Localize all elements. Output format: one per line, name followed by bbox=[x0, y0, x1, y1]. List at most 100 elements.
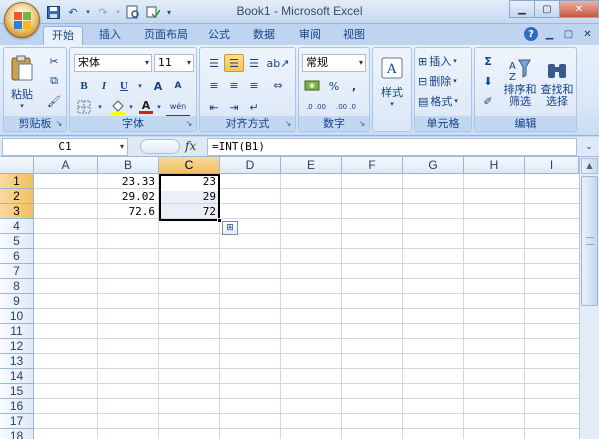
find-select-button[interactable]: 查找和 选择 bbox=[539, 52, 575, 114]
align-left-icon[interactable]: ≡ bbox=[204, 76, 224, 94]
column-header-i[interactable]: I bbox=[525, 157, 579, 174]
delete-cells-button[interactable]: ⊟ 删除 ▾ bbox=[418, 72, 472, 90]
select-all-corner[interactable] bbox=[0, 157, 34, 174]
tab-view[interactable]: 视图 bbox=[336, 26, 372, 45]
row-header-14[interactable]: 14 bbox=[0, 369, 34, 384]
column-header-b[interactable]: B bbox=[98, 157, 159, 174]
cell-c1[interactable]: 23 bbox=[159, 174, 219, 189]
row-header-7[interactable]: 7 bbox=[0, 264, 34, 279]
insert-function-button[interactable]: fx bbox=[185, 139, 196, 153]
row-header-1[interactable]: 1 bbox=[0, 174, 34, 189]
shrink-font-button[interactable]: A bbox=[168, 77, 188, 95]
format-cells-button[interactable]: ▤ 格式 ▾ bbox=[418, 92, 472, 110]
row-header-3[interactable]: 3 bbox=[0, 204, 34, 219]
cell-c3[interactable]: 72 bbox=[159, 204, 219, 219]
insert-cells-button[interactable]: ⊞ 插入 ▾ bbox=[418, 52, 472, 70]
tab-page-layout[interactable]: 页面布局 bbox=[138, 26, 194, 45]
office-button[interactable] bbox=[4, 2, 40, 38]
help-icon[interactable]: ? bbox=[524, 27, 538, 41]
column-header-e[interactable]: E bbox=[281, 157, 342, 174]
bold-button[interactable]: B bbox=[74, 77, 94, 95]
row-header-17[interactable]: 17 bbox=[0, 414, 34, 429]
clear-icon[interactable]: ✐ bbox=[478, 92, 498, 110]
font-name-combo[interactable]: 宋体 ▾ bbox=[74, 54, 152, 72]
row-header-11[interactable]: 11 bbox=[0, 324, 34, 339]
row-header-13[interactable]: 13 bbox=[0, 354, 34, 369]
sort-filter-button[interactable]: AZ 排序和 筛选 bbox=[502, 52, 538, 114]
italic-button[interactable]: I bbox=[94, 77, 114, 95]
name-box[interactable]: C1 ▾ bbox=[2, 138, 128, 156]
row-header-18[interactable]: 18 bbox=[0, 429, 34, 439]
grow-font-button[interactable]: A bbox=[148, 77, 168, 95]
cut-icon[interactable]: ✂ bbox=[44, 52, 64, 70]
currency-icon[interactable] bbox=[302, 77, 322, 95]
ribbon-close-button[interactable]: ✕ bbox=[580, 27, 595, 41]
decrease-decimal-button[interactable]: .00 .0 bbox=[332, 98, 360, 116]
phonetic-guide-button[interactable]: wén bbox=[166, 98, 190, 116]
tab-insert[interactable]: 插入 bbox=[92, 26, 128, 45]
fill-color-icon[interactable] bbox=[108, 98, 128, 116]
row-header-9[interactable]: 9 bbox=[0, 294, 34, 309]
minimize-button[interactable]: ▁ bbox=[509, 0, 535, 18]
alignment-launcher-icon[interactable]: ↘ bbox=[283, 119, 293, 129]
decrease-indent-icon[interactable]: ⇤ bbox=[204, 98, 224, 116]
align-right-icon[interactable]: ≡ bbox=[244, 76, 264, 94]
borders-dropdown-icon[interactable]: ▾ bbox=[94, 98, 106, 116]
comma-style-button[interactable]: , bbox=[344, 77, 364, 95]
underline-button[interactable]: U bbox=[114, 77, 134, 95]
auto-fill-options-icon[interactable]: ⊞ bbox=[222, 221, 238, 235]
copy-icon[interactable]: ⧉ bbox=[44, 72, 64, 90]
cell-b1[interactable]: 23.33 bbox=[98, 174, 158, 189]
align-top-icon[interactable]: ☰ bbox=[204, 54, 224, 72]
scroll-up-icon[interactable]: ▲ bbox=[581, 158, 598, 174]
column-header-f[interactable]: F bbox=[342, 157, 403, 174]
column-header-d[interactable]: D bbox=[220, 157, 281, 174]
align-bottom-icon[interactable]: ☰ bbox=[244, 54, 264, 72]
column-header-a[interactable]: A bbox=[34, 157, 98, 174]
font-color-button[interactable]: A bbox=[136, 98, 156, 116]
expand-formula-bar-icon[interactable]: ⌄ bbox=[583, 141, 595, 153]
cell-b3[interactable]: 72.6 bbox=[98, 204, 158, 219]
fill-color-dropdown-icon[interactable]: ▾ bbox=[126, 98, 136, 116]
row-header-5[interactable]: 5 bbox=[0, 234, 34, 249]
formula-input[interactable]: =INT(B1) bbox=[207, 138, 577, 156]
merge-center-icon[interactable]: ⇔ bbox=[268, 76, 288, 94]
borders-icon[interactable] bbox=[74, 98, 94, 116]
orientation-icon[interactable]: ab↗ bbox=[267, 54, 290, 72]
ribbon-minimize-button[interactable]: ▁ bbox=[542, 27, 557, 41]
row-header-2[interactable]: 2 bbox=[0, 189, 34, 204]
paste-button[interactable]: 粘贴 ▾ bbox=[7, 52, 37, 112]
ribbon-restore-button[interactable]: ▢ bbox=[561, 27, 576, 41]
increase-decimal-button[interactable]: .0 .00 bbox=[302, 98, 330, 116]
align-center-icon[interactable]: ≡ bbox=[224, 76, 244, 94]
font-size-combo[interactable]: 11 ▾ bbox=[154, 54, 194, 72]
row-header-4[interactable]: 4 bbox=[0, 219, 34, 234]
close-button[interactable]: ✕ bbox=[559, 0, 599, 18]
column-header-c[interactable]: C bbox=[159, 157, 220, 174]
row-header-8[interactable]: 8 bbox=[0, 279, 34, 294]
tab-review[interactable]: 审阅 bbox=[292, 26, 328, 45]
autosum-button[interactable]: Σ bbox=[478, 52, 498, 70]
row-header-6[interactable]: 6 bbox=[0, 249, 34, 264]
align-middle-icon[interactable]: ☰ bbox=[224, 54, 244, 72]
column-header-g[interactable]: G bbox=[403, 157, 464, 174]
maximize-button[interactable]: ▢ bbox=[534, 0, 560, 18]
underline-dropdown-icon[interactable]: ▾ bbox=[134, 77, 146, 95]
format-painter-icon[interactable]: 🖌 bbox=[44, 92, 64, 110]
styles-button[interactable]: A 样式 ▾ bbox=[377, 52, 407, 112]
fill-icon[interactable]: ⬇ bbox=[478, 72, 498, 90]
cell-b2[interactable]: 29.02 bbox=[98, 189, 158, 204]
wrap-text-icon[interactable]: ↵ bbox=[244, 98, 264, 116]
tab-data[interactable]: 数据 bbox=[246, 26, 282, 45]
cell-c2[interactable]: 29 bbox=[159, 189, 219, 204]
tab-formulas[interactable]: 公式 bbox=[202, 26, 236, 45]
scroll-thumb[interactable] bbox=[581, 176, 598, 306]
font-color-dropdown-icon[interactable]: ▾ bbox=[154, 98, 164, 116]
number-launcher-icon[interactable]: ↘ bbox=[357, 119, 367, 129]
row-header-15[interactable]: 15 bbox=[0, 384, 34, 399]
row-header-10[interactable]: 10 bbox=[0, 309, 34, 324]
increase-indent-icon[interactable]: ⇥ bbox=[224, 98, 244, 116]
vertical-scrollbar[interactable]: ▲ bbox=[579, 157, 599, 439]
font-launcher-icon[interactable]: ↘ bbox=[184, 119, 194, 129]
percent-button[interactable]: % bbox=[324, 77, 344, 95]
